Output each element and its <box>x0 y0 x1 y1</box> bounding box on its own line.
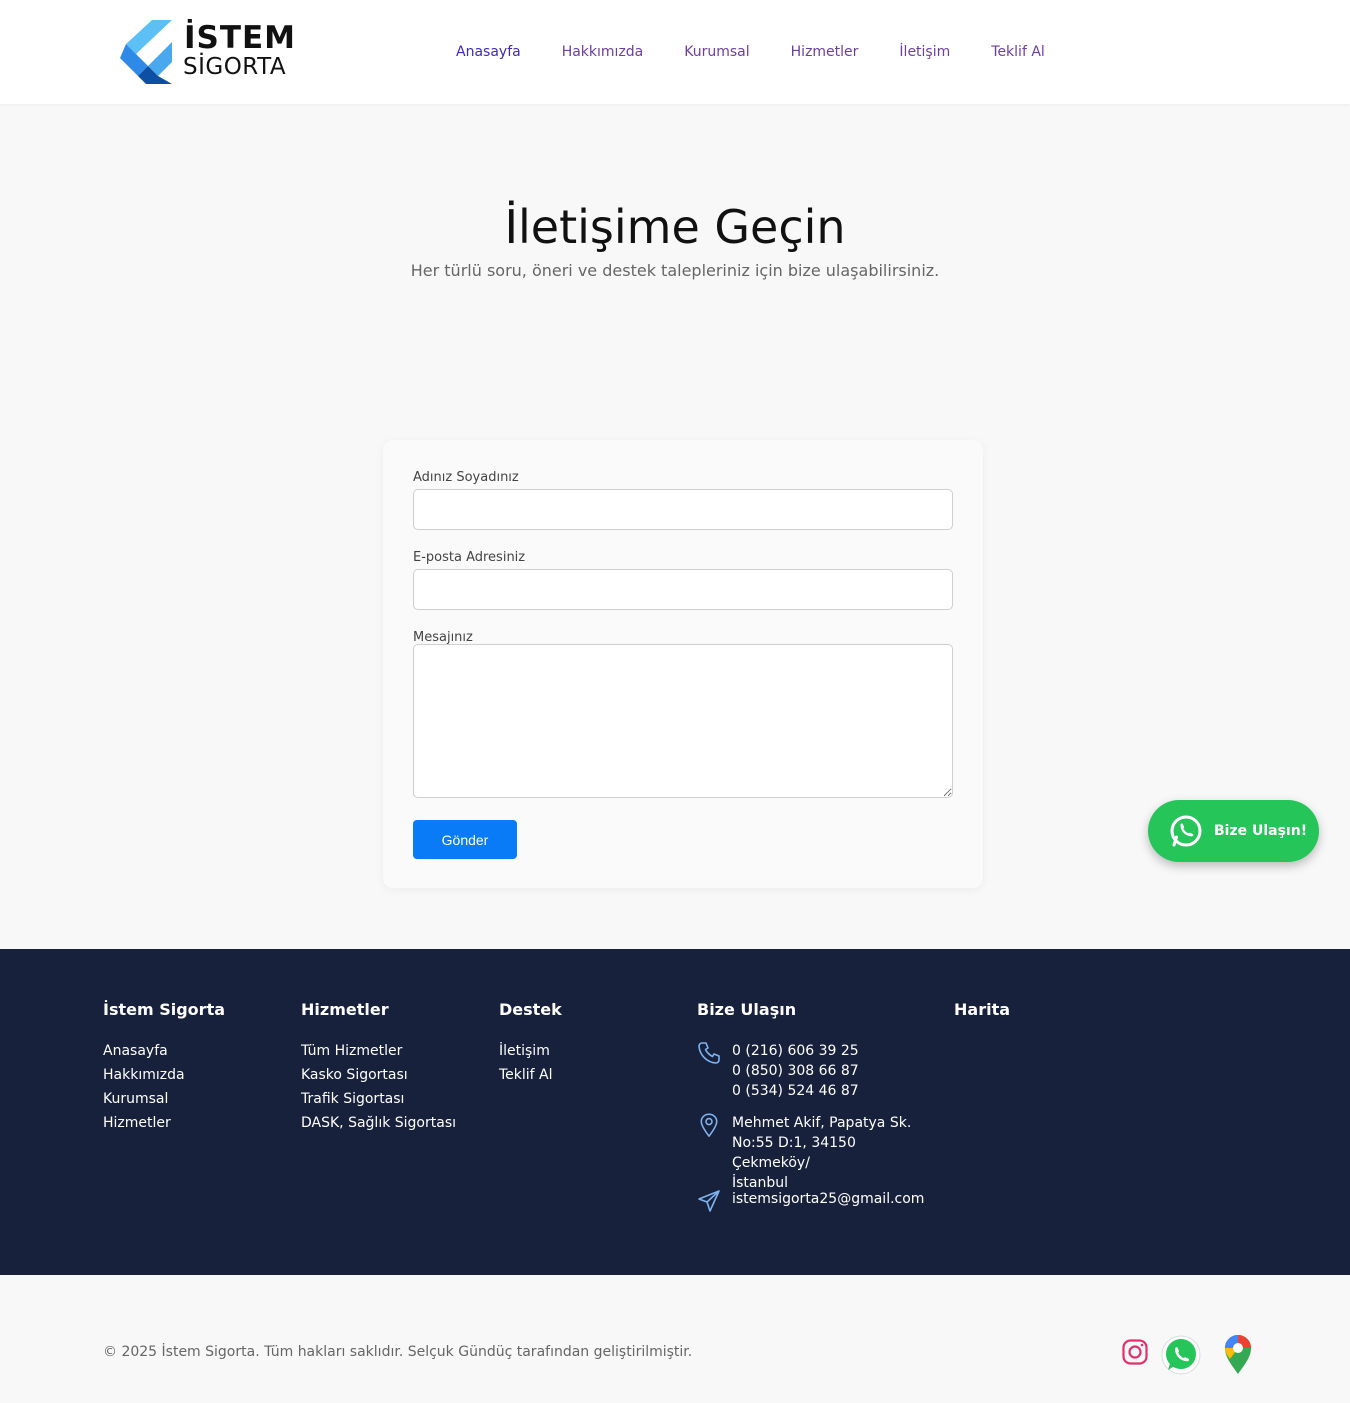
contact-address-line: Mehmet Akif, Papatya Sk. <box>732 1115 912 1131</box>
footer-link-iletisim[interactable]: İletişim <box>499 1039 562 1063</box>
google-maps-icon[interactable] <box>1222 1333 1254 1379</box>
send-icon <box>698 1190 720 1212</box>
footer-link-trafik[interactable]: Trafik Sigortası <box>301 1087 456 1111</box>
footer-col-map: Harita <box>954 999 1010 1039</box>
logo-text-sigorta: SİGORTA <box>183 54 287 80</box>
whatsapp-icon <box>1170 815 1202 847</box>
contact-email: istemsigorta25@gmail.com <box>697 1189 924 1213</box>
copyright-text: © 2025 İstem Sigorta. Tüm hakları saklıd… <box>103 1344 693 1360</box>
page-subtitle: Her türlü soru, öneri ve destek talepler… <box>410 261 940 280</box>
footer-col-contact: Bize Ulaşın 0 (216) 606 39 25 0 (850) 30… <box>697 999 937 1239</box>
footer-col-services: Hizmetler Tüm Hizmetler Kasko Sigortası … <box>301 999 456 1135</box>
footer-link-anasayfa[interactable]: Anasayfa <box>103 1039 225 1063</box>
contact-address-line: No:55 D:1, 34150 Çekmeköy/ <box>732 1135 856 1171</box>
footer-col-brand: İstem Sigorta Anasayfa Hakkımızda Kurums… <box>103 999 225 1135</box>
logo-mark-icon <box>120 20 172 84</box>
contact-address: Mehmet Akif, Papatya Sk. No:55 D:1, 3415… <box>697 1113 937 1193</box>
location-pin-icon <box>700 1113 718 1137</box>
message-textarea[interactable] <box>413 644 953 798</box>
nav-item-iletisim[interactable]: İletişim <box>899 42 950 62</box>
whatsapp-contact-label: Bize Ulaşın! <box>1214 823 1308 839</box>
contact-phone[interactable]: 0 (850) 308 66 87 <box>732 1061 859 1081</box>
footer-link-hizmetler[interactable]: Hizmetler <box>103 1111 225 1135</box>
footer-link-dask-saglik[interactable]: DASK, Sağlık Sigortası <box>301 1111 456 1135</box>
nav-item-hakkimizda[interactable]: Hakkımızda <box>562 42 644 62</box>
footer-col-title: Hizmetler <box>301 1000 389 1019</box>
bottom-bar: © 2025 İstem Sigorta. Tüm hakları saklıd… <box>0 1275 1350 1403</box>
logo[interactable]: İSTEM SİGORTA <box>120 18 300 86</box>
footer-col-title: Destek <box>499 1000 562 1019</box>
email-label: E-posta Adresiniz <box>413 550 526 565</box>
contact-phone[interactable]: 0 (216) 606 39 25 <box>732 1041 859 1061</box>
footer-link-tum-hizmetler[interactable]: Tüm Hizmetler <box>301 1039 456 1063</box>
phone-icon <box>698 1042 720 1064</box>
email-input[interactable] <box>413 569 953 610</box>
footer-col-support: Destek İletişim Teklif Al <box>499 999 562 1087</box>
nav-item-anasayfa[interactable]: Anasayfa <box>456 42 521 62</box>
footer-link-teklif-al[interactable]: Teklif Al <box>499 1063 562 1087</box>
footer-col-title: İstem Sigorta <box>103 1000 226 1019</box>
contact-phone[interactable]: 0 (534) 524 46 87 <box>732 1081 859 1101</box>
whatsapp-contact-button[interactable]: Bize Ulaşın! <box>1148 800 1319 862</box>
contact-email-link[interactable]: istemsigorta25@gmail.com <box>732 1189 924 1213</box>
nav-item-kurumsal[interactable]: Kurumsal <box>684 42 749 62</box>
footer-link-kasko[interactable]: Kasko Sigortası <box>301 1063 456 1087</box>
contact-form-card: Adınız Soyadınız E-posta Adresiniz Mesaj… <box>383 440 983 888</box>
whatsapp-icon[interactable] <box>1160 1334 1202 1380</box>
contact-phones: 0 (216) 606 39 25 0 (850) 308 66 87 0 (5… <box>697 1041 859 1101</box>
nav-item-teklif-al[interactable]: Teklif Al <box>991 42 1045 62</box>
footer-col-title: Bize Ulaşın <box>697 1000 797 1019</box>
footer-link-hakkimizda[interactable]: Hakkımızda <box>103 1063 225 1087</box>
main-nav: Anasayfa Hakkımızda Kurumsal Hizmetler İ… <box>456 42 1086 62</box>
footer-link-kurumsal[interactable]: Kurumsal <box>103 1087 225 1111</box>
submit-button[interactable]: Gönder <box>413 820 517 859</box>
page-title: İletişime Geçin <box>504 200 846 254</box>
nav-item-hizmetler[interactable]: Hizmetler <box>791 42 859 62</box>
site-footer: İstem Sigorta Anasayfa Hakkımızda Kurums… <box>0 949 1350 1275</box>
instagram-icon[interactable] <box>1121 1338 1149 1370</box>
site-header: İSTEM SİGORTA Anasayfa Hakkımızda Kurums… <box>0 0 1350 104</box>
name-input[interactable] <box>413 489 953 530</box>
name-label: Adınız Soyadınız <box>413 470 519 485</box>
footer-col-title: Harita <box>954 1000 1011 1019</box>
